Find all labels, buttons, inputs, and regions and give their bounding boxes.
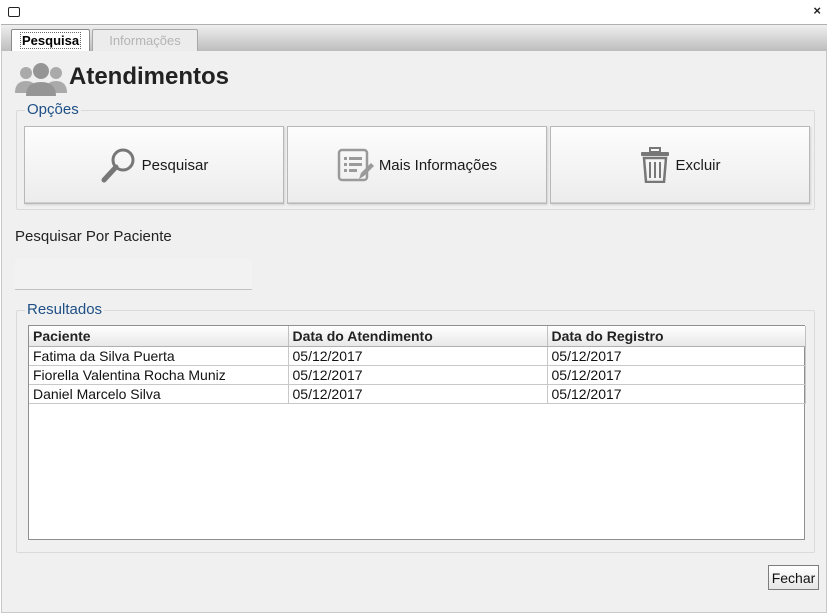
page-title: Atendimentos: [69, 63, 230, 90]
table-cell: 05/12/2017: [288, 384, 548, 404]
table-row[interactable]: Fatima da Silva Puerta 05/12/2017 05/12/…: [29, 346, 806, 366]
delete-button[interactable]: Excluir: [550, 126, 810, 204]
table-cell: Fiorella Valentina Rocha Muniz: [29, 365, 289, 385]
table-cell: Daniel Marcelo Silva: [29, 384, 289, 404]
table-cell: 05/12/2017: [547, 346, 806, 366]
table-row[interactable]: Fiorella Valentina Rocha Muniz 05/12/201…: [29, 365, 806, 385]
results-table[interactable]: Paciente Data do Atendimento Data do Reg…: [28, 325, 806, 540]
tab-strip: Pesquisa Informações: [1, 24, 827, 52]
close-button[interactable]: Fechar: [768, 565, 819, 590]
column-header-paciente[interactable]: Paciente: [29, 326, 289, 347]
trash-icon: [641, 147, 670, 183]
users-icon: [15, 63, 67, 96]
more-info-button[interactable]: Mais Informações: [287, 126, 547, 204]
results-group-label: Resultados: [25, 301, 105, 318]
close-icon[interactable]: ×: [813, 3, 821, 18]
tab-pesquisa[interactable]: Pesquisa: [11, 29, 91, 52]
magnifier-icon: [101, 148, 135, 183]
title-bar: ×: [0, 0, 829, 24]
patient-search-input[interactable]: [15, 259, 252, 290]
search-button-label: Pesquisar: [141, 156, 209, 174]
table-header-row: Paciente Data do Atendimento Data do Reg…: [29, 326, 806, 347]
column-header-data-registro[interactable]: Data do Registro: [547, 326, 806, 347]
table-cell: 05/12/2017: [547, 384, 806, 404]
window-icon: [8, 7, 20, 17]
more-info-button-label: Mais Informações: [378, 156, 498, 174]
delete-button-label: Excluir: [675, 156, 721, 174]
search-label: Pesquisar Por Paciente: [15, 228, 172, 245]
search-button[interactable]: Pesquisar: [24, 126, 284, 204]
table-cell: 05/12/2017: [547, 365, 806, 385]
table-cell: 05/12/2017: [288, 346, 548, 366]
tab-informacoes[interactable]: Informações: [92, 29, 198, 52]
content-panel: Atendimentos Opções Pesquisar Mais Infor…: [1, 51, 827, 613]
table-cell: Fatima da Silva Puerta: [29, 346, 289, 366]
column-header-data-atendimento[interactable]: Data do Atendimento: [288, 326, 548, 347]
table-row[interactable]: Daniel Marcelo Silva 05/12/2017 05/12/20…: [29, 384, 806, 404]
table-cell: 05/12/2017: [288, 365, 548, 385]
edit-list-icon: [337, 148, 374, 182]
tab-pesquisa-label: Pesquisa: [20, 32, 82, 49]
options-group-label: Opções: [25, 101, 81, 118]
